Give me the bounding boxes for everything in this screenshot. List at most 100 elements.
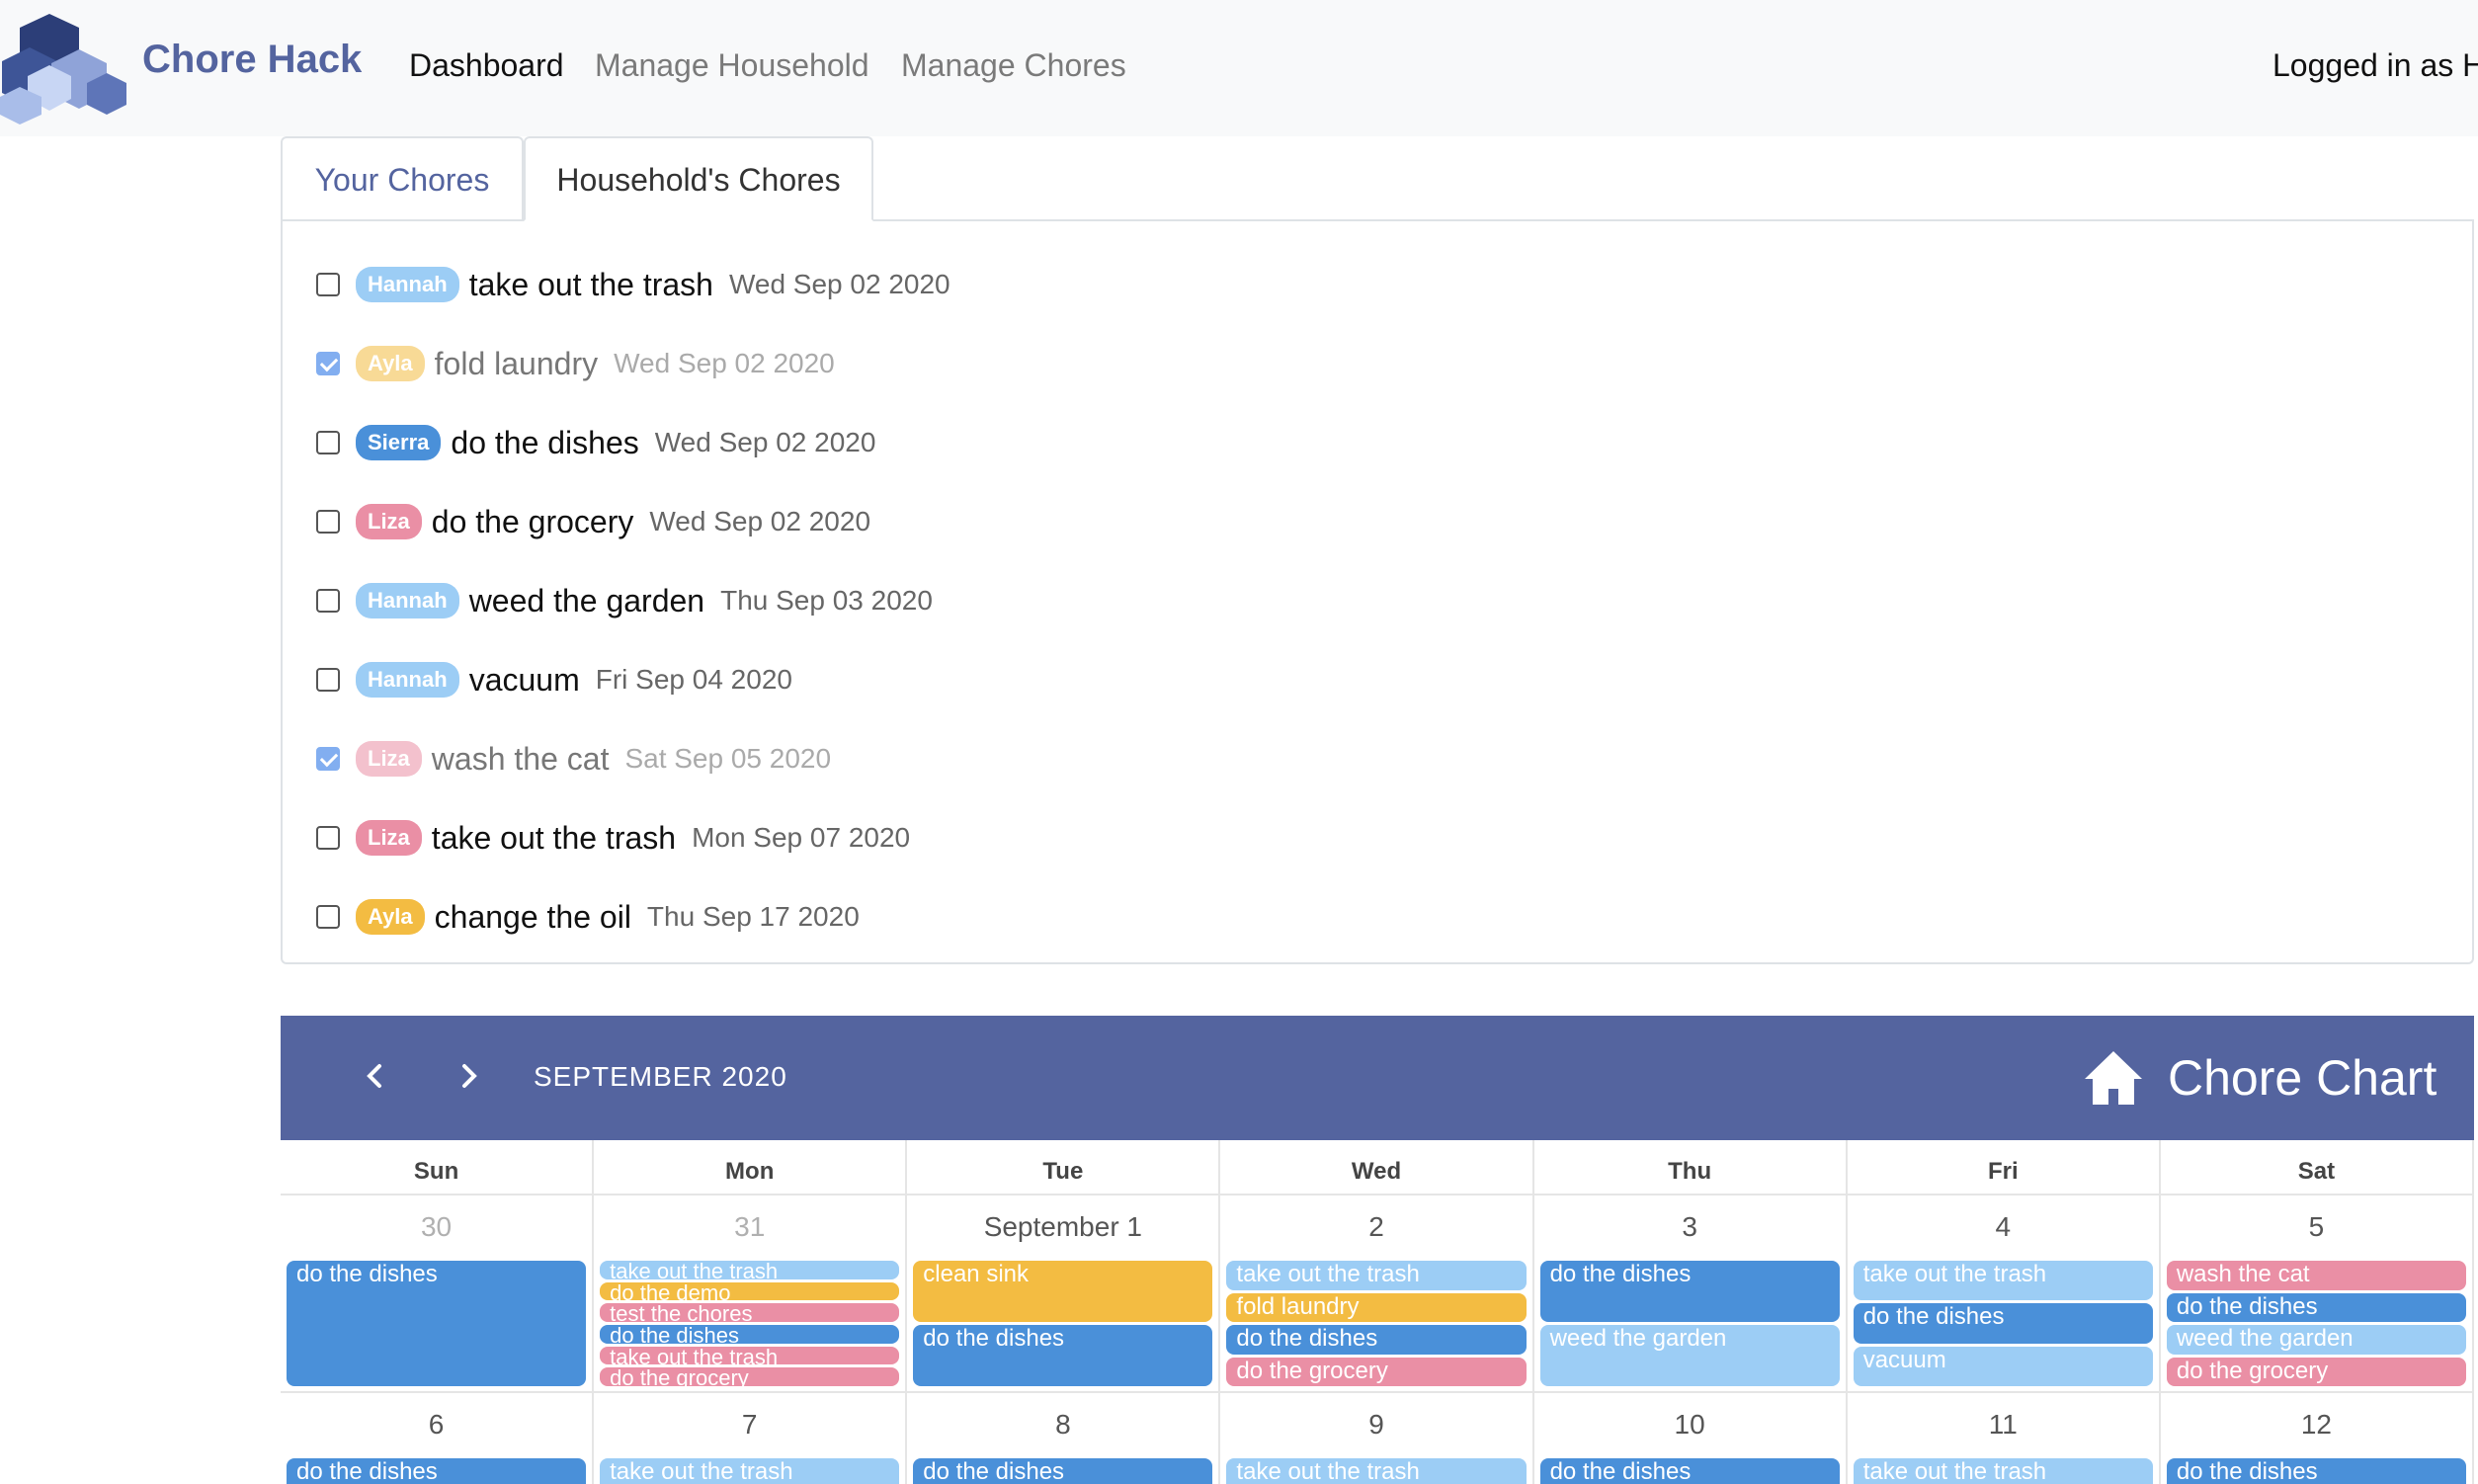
day-number: 3: [1682, 1211, 1697, 1242]
day-number: 12: [2300, 1409, 2332, 1440]
day-number: 2: [1368, 1211, 1384, 1242]
calendar-day-cell[interactable]: 2 take out the trash fold laundry do the di…: [1220, 1195, 1534, 1393]
calendar-grid: Sun Mon Tue Wed Thu Fri Sat 30 do the dishes 31 ta…: [281, 1140, 2474, 1484]
calendar-event[interactable]: take out the trash: [600, 1261, 900, 1279]
chore-due-date: Thu Sep 17 2020: [646, 901, 860, 932]
chore-due-date: Wed Sep 02 2020: [728, 269, 950, 299]
brand-name[interactable]: Chore Hack: [142, 38, 362, 82]
calendar-event[interactable]: test the chores: [600, 1303, 900, 1322]
chore-row: Liza do the grocery Wed Sep 02 2020: [281, 492, 870, 551]
calendar-event[interactable]: wash the cat: [2166, 1261, 2466, 1290]
chore-checkbox[interactable]: [316, 747, 340, 771]
chore-row: Hannah weed the garden Thu Sep 03 2020: [281, 571, 933, 630]
chore-row: Sierra do the dishes Wed Sep 02 2020: [281, 413, 875, 472]
calendar-event[interactable]: do the dishes: [2166, 1292, 2466, 1322]
calendar-day-cell[interactable]: 6 do the dishes: [281, 1393, 595, 1484]
calendar-event[interactable]: do the demo: [600, 1281, 900, 1301]
chevron-right-icon[interactable]: [445, 1051, 494, 1101]
member-badge: Liza: [356, 504, 422, 539]
calendar-event[interactable]: weed the garden: [1539, 1325, 1840, 1386]
nav-manage-chores[interactable]: Manage Chores: [901, 47, 1126, 84]
calendar-day-cell[interactable]: 7 take out the trash: [594, 1393, 908, 1484]
calendar-day-cell[interactable]: 8 do the dishes: [907, 1393, 1221, 1484]
chore-title: take out the trash: [431, 819, 677, 856]
chore-due-date: Sat Sep 05 2020: [624, 743, 832, 774]
calendar-event[interactable]: do the dishes: [2166, 1458, 2466, 1484]
chore-checkbox[interactable]: [316, 510, 340, 534]
calendar-day-cell[interactable]: 11 take out the trash: [1848, 1393, 2161, 1484]
calendar-event[interactable]: take out the trash: [600, 1346, 900, 1365]
calendar-day-cell[interactable]: 12 do the dishes: [2161, 1393, 2474, 1484]
calendar-event[interactable]: do the dishes: [913, 1458, 1213, 1484]
day-number: 10: [1674, 1409, 1705, 1440]
calendar-day-cell[interactable]: 10 do the dishes: [1534, 1393, 1848, 1484]
logged-in-status: Logged in as H: [2272, 47, 2478, 83]
tab-your-chores[interactable]: Your Chores: [281, 136, 524, 221]
chevron-left-icon[interactable]: [350, 1051, 399, 1101]
calendar-event[interactable]: take out the trash: [1853, 1458, 2153, 1484]
weekday-header: Thu: [1533, 1140, 1848, 1195]
chore-checkbox[interactable]: [316, 668, 340, 692]
weekday-header: Sat: [2160, 1140, 2474, 1195]
calendar-event[interactable]: do the dishes: [1853, 1303, 2153, 1344]
calendar-event[interactable]: vacuum: [1853, 1346, 2153, 1386]
day-number: September 1: [983, 1211, 1143, 1242]
calendar-day-cell[interactable]: 3 do the dishes weed the garden: [1533, 1195, 1848, 1393]
house-icon: [2085, 1051, 2142, 1105]
member-badge: Hannah: [356, 662, 459, 698]
calendar-event[interactable]: fold laundry: [1226, 1292, 1527, 1322]
day-number: 7: [741, 1409, 758, 1440]
chore-due-date: Fri Sep 04 2020: [595, 664, 792, 695]
calendar-event[interactable]: take out the trash: [600, 1458, 900, 1484]
calendar-event[interactable]: do the grocery: [1226, 1357, 1527, 1386]
day-number: 9: [1368, 1409, 1384, 1440]
calendar-day-cell[interactable]: 9 take out the trash: [1220, 1393, 1534, 1484]
calendar-event[interactable]: take out the trash: [1226, 1261, 1527, 1290]
chore-title: change the oil: [434, 898, 631, 935]
chore-checkbox[interactable]: [316, 352, 340, 375]
weekday-header: Fri: [1847, 1140, 2161, 1195]
calendar-day-cell[interactable]: 30 do the dishes: [281, 1195, 595, 1393]
calendar-event[interactable]: do the grocery: [2166, 1357, 2466, 1386]
calendar-day-cell[interactable]: September 1 clean sink do the dishes: [907, 1195, 1221, 1393]
calendar-event[interactable]: do the dishes: [287, 1261, 587, 1386]
nav-dashboard[interactable]: Dashboard: [409, 47, 564, 84]
nav-manage-household[interactable]: Manage Household: [595, 47, 869, 84]
chore-hack-logo-icon[interactable]: [0, 8, 148, 124]
calendar-event[interactable]: do the dishes: [287, 1458, 587, 1484]
calendar-event[interactable]: do the dishes: [1226, 1325, 1527, 1355]
tab-household-chores[interactable]: Household's Chores: [524, 136, 873, 221]
calendar-day-cell[interactable]: 4 take out the trash do the dishes vacuum: [1847, 1195, 2161, 1393]
chore-row: Hannah vacuum Fri Sep 04 2020: [281, 650, 792, 709]
day-number: 31: [734, 1211, 766, 1242]
chore-checkbox[interactable]: [316, 589, 340, 613]
chore-row: Ayla fold laundry Wed Sep 02 2020: [281, 334, 835, 393]
chore-checkbox[interactable]: [316, 905, 340, 929]
chore-title: vacuum: [468, 661, 580, 698]
chore-checkbox[interactable]: [316, 273, 340, 296]
calendar-event[interactable]: clean sink: [913, 1261, 1213, 1322]
calendar-event[interactable]: weed the garden: [2166, 1325, 2466, 1355]
calendar-event[interactable]: do the dishes: [1539, 1458, 1840, 1484]
chore-checkbox[interactable]: [316, 431, 340, 454]
calendar-header: SEPTEMBER 2020 Chore Chart: [281, 1016, 2474, 1140]
chore-chart-title: Chore Chart: [2168, 1050, 2437, 1106]
calendar-day-cell[interactable]: 5 wash the cat do the dishes weed the garde…: [2160, 1195, 2474, 1393]
calendar-event[interactable]: do the dishes: [600, 1325, 900, 1344]
calendar-event[interactable]: take out the trash: [1226, 1458, 1527, 1484]
calendar-event[interactable]: do the dishes: [913, 1325, 1213, 1386]
chore-row: Ayla change the oil Thu Sep 17 2020: [281, 887, 860, 947]
day-number: 30: [420, 1211, 453, 1242]
calendar-day-cell[interactable]: 31 take out the trash do the demo test the …: [594, 1195, 908, 1393]
calendar-event[interactable]: take out the trash: [1853, 1261, 2153, 1301]
weekday-header: Wed: [1220, 1140, 1534, 1195]
chore-title: take out the trash: [468, 266, 713, 302]
calendar-event[interactable]: do the grocery: [600, 1367, 900, 1386]
calendar-event[interactable]: do the dishes: [1539, 1261, 1840, 1322]
chore-checkbox[interactable]: [316, 826, 340, 850]
day-number: 4: [1995, 1211, 2012, 1242]
member-badge: Liza: [356, 820, 422, 856]
member-badge: Ayla: [356, 346, 425, 381]
chore-title: do the grocery: [431, 503, 634, 539]
navbar: Chore Hack Dashboard Manage Household Ma…: [0, 0, 2478, 136]
